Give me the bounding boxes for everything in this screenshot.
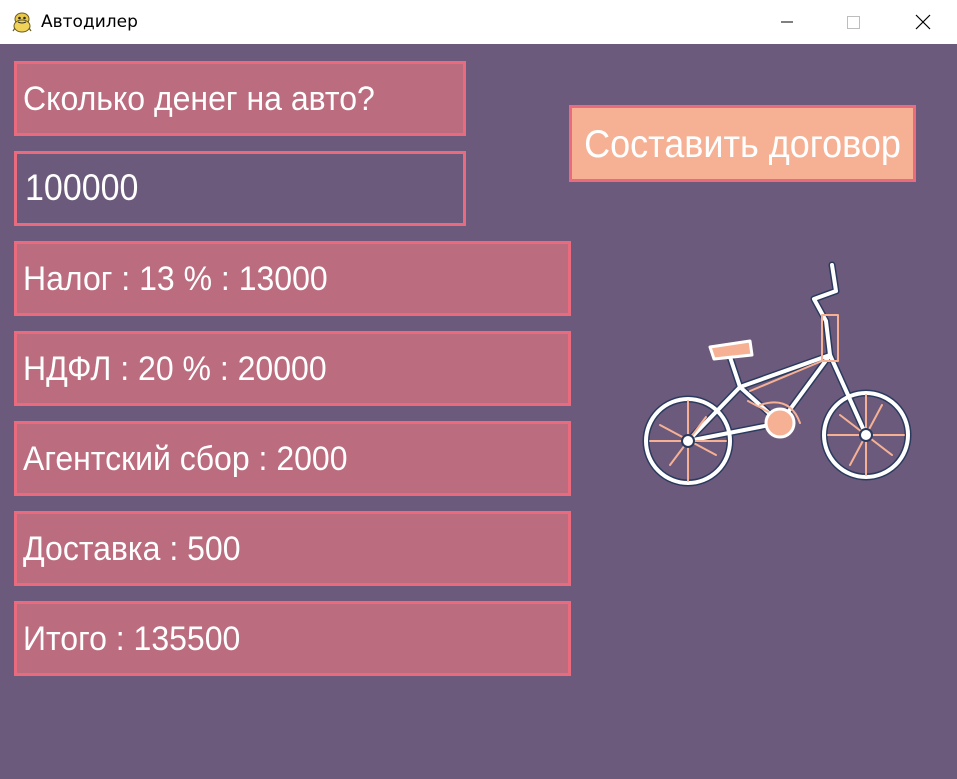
- app-window: Автодилер Сколько денег на авто? 100000 …: [0, 0, 957, 779]
- close-button[interactable]: [900, 0, 946, 44]
- total-text: Итого : 135500: [23, 618, 241, 658]
- ndfl-text: НДФЛ : 20 % : 20000: [23, 348, 327, 388]
- create-contract-label: Составить договор: [584, 120, 901, 166]
- maximize-button[interactable]: [830, 0, 876, 44]
- minimize-icon: [781, 21, 793, 23]
- delivery-row: Доставка : 500: [14, 511, 571, 586]
- window-title: Автодилер: [41, 12, 138, 32]
- agent-fee-text: Агентский сбор : 2000: [23, 438, 348, 478]
- title-bar[interactable]: Автодилер: [0, 0, 957, 44]
- tax-text: Налог : 13 % : 13000: [23, 258, 328, 298]
- amount-input-value: 100000: [25, 167, 139, 209]
- amount-prompt-text: Сколько денег на авто?: [23, 78, 375, 118]
- create-contract-button[interactable]: Составить договор: [569, 105, 916, 182]
- ndfl-row: НДФЛ : 20 % : 20000: [14, 331, 571, 406]
- amount-input[interactable]: 100000: [14, 151, 466, 226]
- bicycle-sketch-image: [642, 261, 912, 487]
- amount-prompt-label: Сколько денег на авто?: [14, 61, 466, 136]
- close-icon: [915, 14, 931, 30]
- minimize-button[interactable]: [764, 0, 810, 44]
- maximize-icon: [847, 16, 860, 29]
- python-snake-icon: [12, 12, 32, 33]
- total-row: Итого : 135500: [14, 601, 571, 676]
- tax-row: Налог : 13 % : 13000: [14, 241, 571, 316]
- agent-fee-row: Агентский сбор : 2000: [14, 421, 571, 496]
- delivery-text: Доставка : 500: [23, 528, 241, 568]
